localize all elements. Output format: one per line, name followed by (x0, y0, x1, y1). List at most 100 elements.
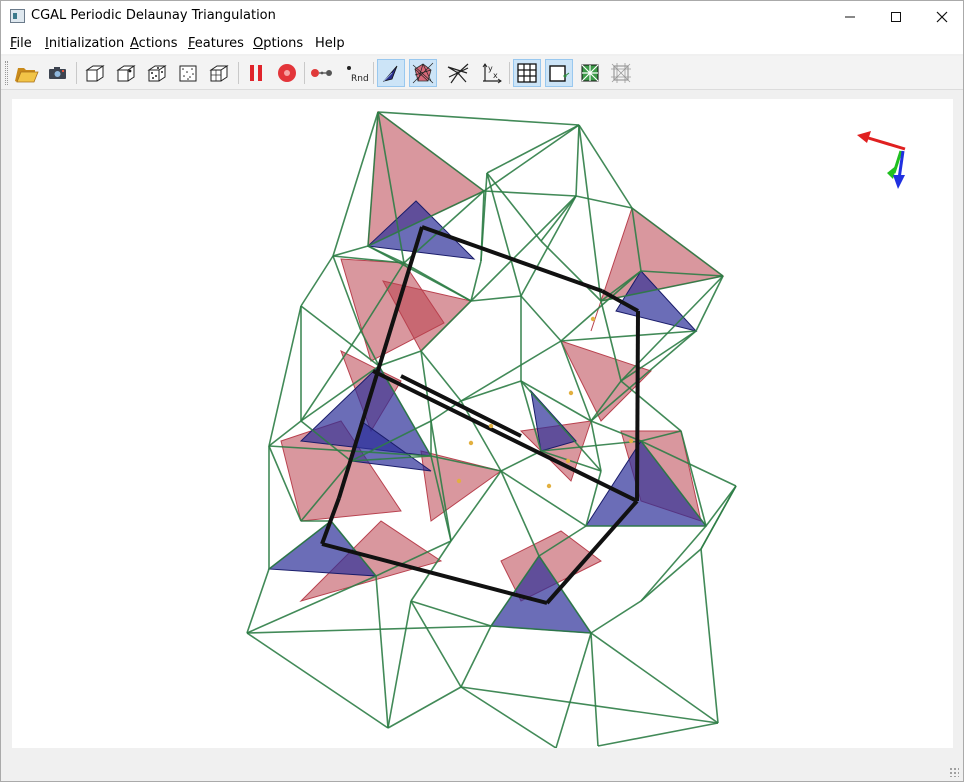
highlight-point (456, 478, 462, 484)
toolbar-separator (373, 62, 374, 84)
tiles-button[interactable] (576, 59, 604, 87)
axis-z-arrow (893, 175, 905, 189)
single-cube-button[interactable] (81, 59, 109, 87)
triangulation-edge (460, 686, 557, 748)
random-points-square-button[interactable] (174, 59, 202, 87)
triangulation-edge (597, 722, 719, 747)
cube-grid-button[interactable] (205, 59, 233, 87)
toolbar-grip[interactable] (5, 61, 8, 85)
screenshot-camera-icon (49, 67, 66, 79)
random-point-button[interactable]: Rnd (341, 59, 369, 87)
triangulation-edge (470, 295, 522, 302)
highlight-point (488, 423, 494, 429)
pointer-triangle-icon (382, 65, 398, 82)
maximize-button[interactable] (873, 1, 919, 32)
close-button[interactable] (919, 1, 964, 32)
cube-dotted-icon (147, 65, 167, 82)
highlight-point (546, 483, 552, 489)
conflict-region-button[interactable] (409, 59, 437, 87)
triangulation-edge (620, 380, 682, 432)
menu-initialization[interactable]: Initialization (45, 36, 124, 51)
triangulation-edge (460, 380, 522, 402)
toolbar: Rnd y x (1, 56, 963, 90)
triangulation-edge (578, 124, 602, 302)
triangulation-edge (300, 255, 334, 307)
gl-viewer[interactable] (12, 99, 953, 748)
triangulation-edge (460, 340, 562, 402)
cube-point-icon (116, 65, 136, 82)
highlight-point (565, 458, 571, 464)
triangulation-scene[interactable] (12, 99, 953, 748)
cube-point-button[interactable] (112, 59, 140, 87)
menu-features[interactable]: Features (188, 36, 244, 51)
open-folder-icon (15, 68, 39, 83)
triangulation-edge (560, 330, 697, 342)
close-icon (936, 11, 948, 22)
status-bar (1, 751, 963, 781)
open-file-button[interactable] (12, 59, 40, 87)
menu-options[interactable]: Options (253, 36, 303, 51)
highlight-point (628, 438, 634, 444)
pause-button[interactable] (242, 59, 270, 87)
periodic-copies-button[interactable] (607, 59, 635, 87)
triangulation-edge (246, 568, 270, 634)
svg-text:x: x (493, 71, 498, 80)
record-button[interactable] (273, 59, 301, 87)
axis-x-line (864, 135, 906, 151)
triangulation-edge (520, 295, 562, 342)
triangulation-edge (700, 548, 719, 724)
tiles-icon (581, 64, 599, 82)
menu-help[interactable]: Help (315, 36, 345, 51)
triangulation-edge (332, 245, 369, 257)
grid-icon (517, 63, 537, 83)
triangulation-edge (246, 625, 492, 634)
app-icon (10, 9, 25, 23)
main-window: CGAL Periodic Delaunay Triangulation Fil… (0, 0, 964, 782)
axes-button[interactable]: y x (477, 59, 505, 87)
window-title: CGAL Periodic Delaunay Triangulation (31, 8, 276, 23)
snapshot-button[interactable] (44, 59, 72, 87)
minimize-icon (845, 16, 855, 17)
triangulation-edge (460, 400, 502, 472)
triangulation-edge (460, 686, 719, 724)
triangulation-edge (705, 485, 737, 527)
record-icon (278, 64, 296, 82)
triangulation-edge (460, 625, 492, 688)
triangulation-edge (387, 600, 412, 729)
highlight-point (568, 390, 574, 396)
triangulation-edge (483, 190, 577, 197)
toolbar-separator (509, 62, 510, 84)
triangulation-edge (486, 172, 542, 242)
triangulation-edge (520, 195, 577, 297)
maximize-icon (891, 11, 901, 22)
random-points-square-icon (179, 65, 197, 82)
random-point-icon: Rnd (347, 66, 368, 84)
periodic-copies-icon (611, 63, 631, 83)
highlight-point (468, 440, 474, 446)
triangulation-edge (483, 124, 580, 192)
triangulation-edge (375, 575, 389, 729)
grid-button[interactable] (513, 59, 541, 87)
triangulation-edge (246, 632, 389, 729)
conflict-region-icon (412, 62, 434, 84)
triangulation-edge (620, 330, 697, 382)
toolbar-separator (238, 62, 239, 84)
triangulation-edge (640, 525, 707, 602)
cube-dotted-button[interactable] (143, 59, 171, 87)
title-bar[interactable]: CGAL Periodic Delaunay Triangulation (1, 1, 963, 32)
cut-box-button[interactable] (545, 59, 573, 87)
cut-box-icon (549, 65, 570, 82)
triangulation-edge (700, 485, 737, 550)
tetrahedra-faces (267, 111, 725, 634)
triangulation-edge (575, 195, 633, 209)
triangulation-edge (500, 450, 542, 472)
delaunay-star-button[interactable] (444, 59, 472, 87)
menu-actions[interactable]: Actions (130, 36, 178, 51)
triangulation-edge (590, 632, 599, 747)
svg-text:Rnd: Rnd (351, 74, 368, 84)
resize-grip-icon[interactable] (949, 767, 959, 777)
menu-file[interactable]: File (10, 36, 32, 51)
step-points-button[interactable] (308, 59, 336, 87)
select-tool-button[interactable] (377, 59, 405, 87)
minimize-button[interactable] (827, 1, 873, 32)
